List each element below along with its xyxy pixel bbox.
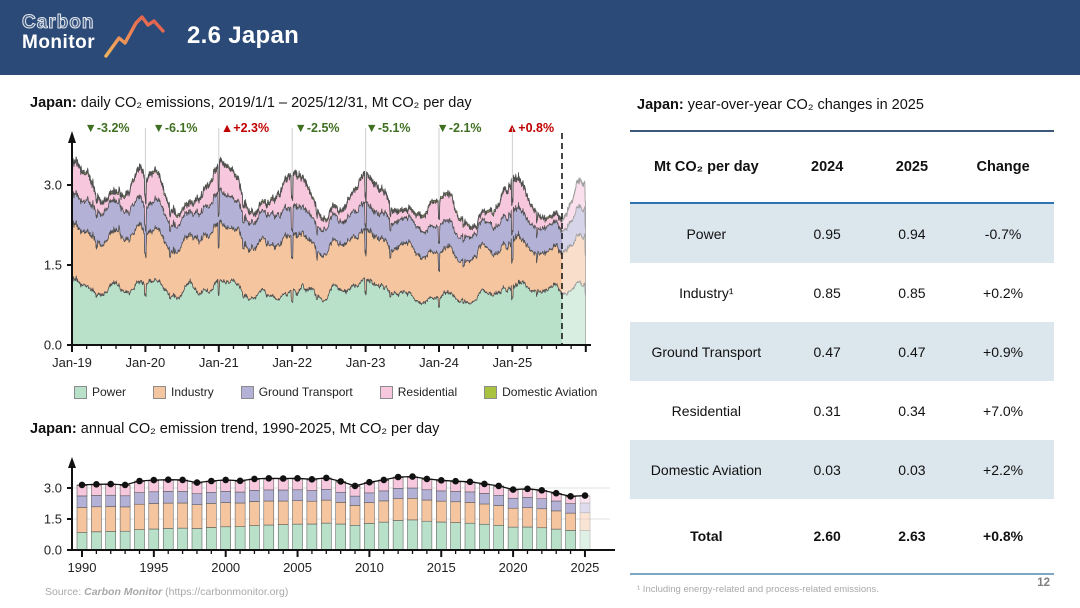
table-row-industry: Industry¹ 0.85 0.85 +0.2%	[630, 263, 1054, 322]
svg-text:3.0: 3.0	[44, 178, 62, 193]
value-change: -0.7%	[984, 225, 1022, 242]
daily-chart-title: Japan: daily CO₂ emissions, 2019/1/1 – 2…	[30, 95, 472, 111]
svg-text:1995: 1995	[139, 560, 168, 575]
value-2024: 0.03	[813, 461, 841, 478]
annual-chart-title-bold: Japan:	[30, 421, 77, 437]
legend-item-industry: Industry	[153, 385, 214, 399]
svg-text:Jan-20: Jan-20	[126, 355, 166, 370]
page-title: 2.6 Japan	[187, 22, 300, 49]
row-label: Power	[686, 225, 727, 242]
value-2024: 0.95	[813, 225, 841, 242]
legend-label: Domestic Aviation	[502, 385, 598, 399]
svg-text:Jan-22: Jan-22	[272, 355, 312, 370]
value-2024: 0.85	[813, 284, 841, 301]
svg-text:0.0: 0.0	[44, 338, 62, 353]
svg-text:3.0: 3.0	[44, 480, 62, 495]
legend-label: Industry	[171, 385, 214, 399]
legend-label: Power	[92, 385, 127, 399]
value-change: +0.8%	[983, 528, 1024, 544]
logo-text-carbon: Carbon	[21, 12, 95, 33]
legend-swatch	[379, 385, 393, 399]
svg-text:1.5: 1.5	[44, 258, 62, 273]
col-header-metric: Mt CO₂ per day	[653, 159, 759, 175]
svg-text:0.0: 0.0	[44, 543, 62, 558]
page-number: 12	[1037, 577, 1050, 589]
col-header-2025: 2025	[895, 159, 929, 175]
slide-japan-emissions: Carbon Monitor 2.6 Japan Japan: daily CO…	[0, 0, 1080, 608]
logo-zigzag-line-icon	[104, 15, 165, 58]
svg-text:2005: 2005	[283, 560, 312, 575]
legend-item-ground-transport: Ground Transport	[240, 385, 353, 399]
legend-label: Ground Transport	[258, 385, 353, 399]
svg-text:Jan-19: Jan-19	[52, 355, 92, 370]
legend-item-domestic-aviation: Domestic Aviation	[484, 385, 597, 399]
value-2025: 2.63	[898, 528, 926, 544]
legend-label: Residential	[397, 385, 458, 399]
daily-emissions-stacked-area-chart: Jan-19 Jan-20 Jan-21 Jan-22 Jan-23 Jan-24 Jan-…	[44, 128, 591, 370]
table-row-power: Power 0.95 0.94 -0.7%	[630, 204, 1054, 263]
svg-text:2010: 2010	[355, 560, 384, 575]
legend-swatch	[484, 385, 498, 399]
value-change: +2.2%	[983, 461, 1024, 478]
svg-text:2000: 2000	[211, 560, 240, 575]
yoy-changes-table: Mt CO₂ per day 2024 2025 Change Power 0.…	[630, 130, 1054, 575]
source-prefix: Source:	[45, 586, 85, 598]
table-row-domestic-aviation: Domestic Aviation 0.03 0.03 +2.2%	[630, 440, 1054, 499]
table-row-total: Total 2.60 2.63 +0.8%	[630, 499, 1054, 573]
value-2025: 0.94	[898, 225, 926, 242]
legend-swatch	[153, 385, 167, 399]
value-2025: 0.34	[898, 402, 926, 419]
source-note: Source: Carbon Monitor (https://carbonmo…	[45, 586, 288, 598]
annual-emissions-stacked-bar-chart: 1990 1995 2000 2005 2010 2015 2020 2025 0.0 1.5 3.…	[44, 457, 615, 575]
svg-text:2020: 2020	[499, 560, 528, 575]
svg-text:2025: 2025	[570, 560, 599, 575]
col-header-2024: 2024	[811, 159, 844, 175]
value-2024: 0.31	[813, 402, 841, 419]
table-title-rest: year-over-year CO₂ changes in 2025	[683, 97, 924, 113]
svg-text:Jan-25: Jan-25	[493, 355, 533, 370]
header-bar: Carbon Monitor 2.6 Japan	[0, 0, 1080, 75]
daily-chart-title-rest: daily CO₂ emissions, 2019/1/1 – 2025/12/…	[76, 95, 472, 111]
annual-chart-title: Japan: annual CO₂ emission trend, 1990-2…	[30, 421, 439, 437]
row-label: Ground Transport	[651, 343, 762, 360]
legend-item-power: Power	[74, 385, 126, 399]
svg-text:Jan-23: Jan-23	[346, 355, 386, 370]
value-2024: 0.47	[813, 343, 841, 360]
table-row-ground-transport: Ground Transport 0.47 0.47 +0.9%	[630, 322, 1054, 381]
annual-chart-title-rest: annual CO₂ emission trend, 1990-2025, Mt…	[76, 421, 440, 437]
legend-swatch	[74, 385, 87, 399]
svg-text:Jan-21: Jan-21	[199, 355, 239, 370]
row-label: Total	[690, 528, 723, 544]
svg-text:1990: 1990	[68, 560, 97, 575]
table-title-bold: Japan:	[637, 97, 684, 113]
svg-text:2015: 2015	[427, 560, 456, 575]
value-2025: 0.85	[898, 284, 926, 301]
value-change: +0.9%	[983, 343, 1024, 360]
row-label: Industry¹	[679, 284, 734, 301]
source-name: Carbon Monitor	[84, 586, 163, 598]
col-header-change: Change	[976, 159, 1030, 175]
value-change: +0.2%	[983, 284, 1024, 301]
value-2024: 2.60	[813, 528, 841, 544]
legend-item-residential: Residential	[379, 385, 458, 399]
value-2025: 0.47	[898, 343, 926, 360]
value-change: +7.0%	[983, 402, 1024, 419]
value-2025: 0.03	[898, 461, 926, 478]
table-rule-bottom	[630, 573, 1054, 575]
table-title: Japan: year-over-year CO₂ changes in 202…	[637, 97, 924, 113]
logo-text-monitor: Monitor	[22, 31, 96, 53]
row-label: Residential	[671, 402, 741, 419]
chart-legend: Power Industry Ground Transport Resident…	[74, 385, 597, 399]
table-header-row: Mt CO₂ per day 2024 2025 Change	[630, 132, 1054, 202]
table-footnote: ¹ Including energy-related and process-r…	[637, 584, 879, 595]
row-label: Domestic Aviation	[650, 461, 762, 478]
source-url: (https://carbonmonitor.org)	[162, 586, 289, 598]
daily-chart-title-bold: Japan:	[30, 95, 77, 111]
table-row-residential: Residential 0.31 0.34 +7.0%	[630, 381, 1054, 440]
svg-text:1.5: 1.5	[44, 511, 62, 526]
svg-text:Jan-24: Jan-24	[419, 355, 459, 370]
legend-swatch	[240, 385, 254, 399]
carbon-monitor-logo: Carbon Monitor	[21, 12, 96, 53]
